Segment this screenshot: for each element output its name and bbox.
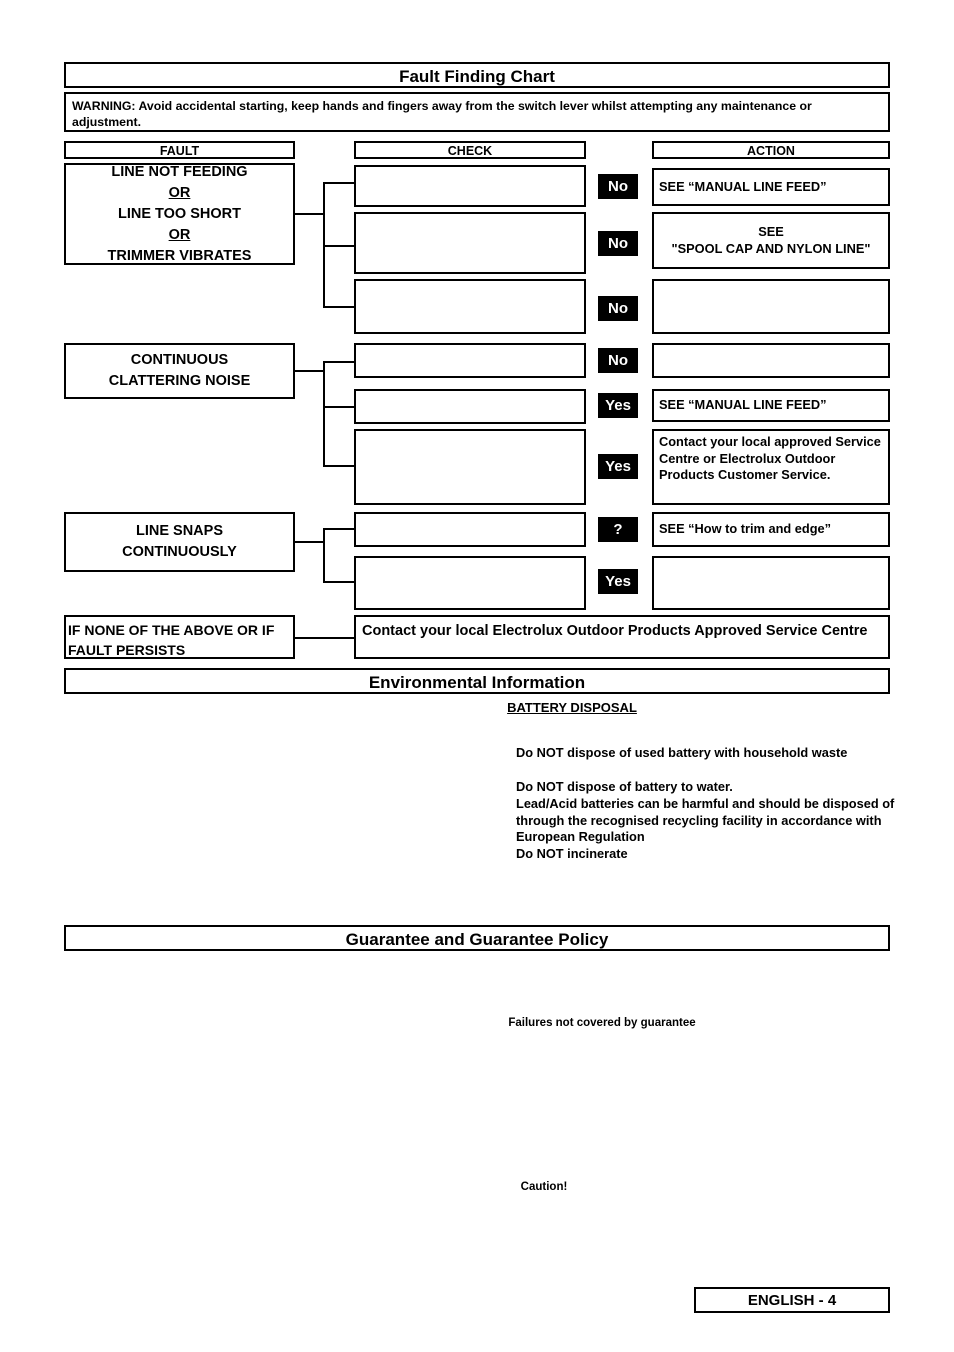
battery-disposal-text-3: Lead/Acid batteries can be harmful and s… — [516, 796, 895, 845]
connector-v — [323, 528, 325, 583]
environmental-information-title: Environmental Information — [64, 668, 890, 694]
column-header-action: ACTION — [652, 141, 890, 159]
check-box-2 — [354, 212, 586, 274]
connector-h — [323, 361, 355, 363]
connector-h — [295, 637, 355, 639]
fault-line: TRIMMER VIBRATES — [107, 247, 252, 264]
action-box-3 — [652, 279, 890, 334]
connector-h — [323, 581, 355, 583]
fault-box-1: LINE NOT FEEDING OR LINE TOO SHORT OR TR… — [64, 163, 295, 265]
connector-h — [295, 370, 325, 372]
connector-h — [323, 528, 355, 530]
connector-h — [295, 213, 325, 215]
badge-yes-2: Yes — [598, 454, 638, 479]
check-box-7 — [354, 512, 586, 547]
fault-line: LINE NOT FEEDING — [111, 163, 248, 180]
fault-box-3: LINE SNAPS CONTINUOUSLY — [64, 512, 295, 572]
fault-line-or: OR — [168, 226, 191, 243]
guarantee-caution: Caution! — [520, 1181, 568, 1193]
column-header-fault: FAULT — [64, 141, 295, 159]
badge-no-4: No — [598, 348, 638, 373]
connector-v — [323, 361, 325, 467]
connector-h — [323, 182, 355, 184]
fault-line: CLATTERING NOISE — [108, 373, 251, 389]
bottom-right-box: Contact your local Electrolux Outdoor Pr… — [354, 615, 890, 659]
badge-yes-3: Yes — [598, 569, 638, 594]
action-box-7: SEE “How to trim and edge” — [652, 512, 890, 547]
action-box-8 — [652, 556, 890, 610]
guarantee-policy-title: Guarantee and Guarantee Policy — [64, 925, 890, 951]
fault-line: CONTINUOUSLY — [122, 544, 237, 560]
action-line-2: "SPOOL CAP AND NYLON LINE" — [671, 240, 871, 256]
fault-line: CONTINUOUS — [130, 352, 229, 368]
badge-yes-1: Yes — [598, 393, 638, 418]
fault-box-2: CONTINUOUS CLATTERING NOISE — [64, 343, 295, 399]
column-header-check: CHECK — [354, 141, 586, 159]
action-box-5: SEE “MANUAL LINE FEED” — [652, 389, 890, 422]
battery-disposal-subtitle: BATTERY DISPOSAL — [507, 700, 637, 715]
check-box-5 — [354, 389, 586, 424]
warning-box: WARNING: Avoid accidental starting, keep… — [64, 92, 890, 132]
badge-no-2: No — [598, 231, 638, 256]
check-box-4 — [354, 343, 586, 378]
check-box-1 — [354, 165, 586, 207]
connector-h — [295, 541, 325, 543]
action-line-1: SEE — [758, 224, 784, 239]
badge-question-1: ? — [598, 517, 638, 542]
action-box-6: Contact your local approved Service Cent… — [652, 429, 890, 505]
check-box-8 — [354, 556, 586, 610]
battery-disposal-text-4: Do NOT incinerate — [516, 846, 628, 861]
badge-no-1: No — [598, 174, 638, 199]
check-box-3 — [354, 279, 586, 334]
guarantee-note: Failures not covered by guarantee — [508, 1017, 696, 1029]
bottom-left-box: IF NONE OF THE ABOVE OR IF FAULT PERSIST… — [64, 615, 295, 659]
action-box-1: SEE “MANUAL LINE FEED” — [652, 168, 890, 206]
connector-h — [323, 465, 355, 467]
footer-page-label: ENGLISH - 4 — [694, 1287, 890, 1313]
fault-finding-chart-title: Fault Finding Chart — [64, 62, 890, 88]
battery-disposal-text-2: Do NOT dispose of battery to water. — [516, 779, 733, 794]
battery-disposal-text-1: Do NOT dispose of used battery with hous… — [516, 745, 848, 760]
fault-line-or: OR — [168, 184, 191, 201]
document-page: Fault Finding Chart WARNING: Avoid accid… — [0, 0, 954, 1352]
connector-h — [323, 406, 355, 408]
connector-h — [323, 306, 355, 308]
action-box-2: SEE "SPOOL CAP AND NYLON LINE" — [652, 212, 890, 269]
check-box-6 — [354, 429, 586, 505]
connector-h — [323, 245, 355, 247]
fault-line: LINE TOO SHORT — [118, 205, 241, 222]
action-box-4 — [652, 343, 890, 378]
badge-no-3: No — [598, 296, 638, 321]
fault-line: LINE SNAPS — [135, 523, 223, 539]
